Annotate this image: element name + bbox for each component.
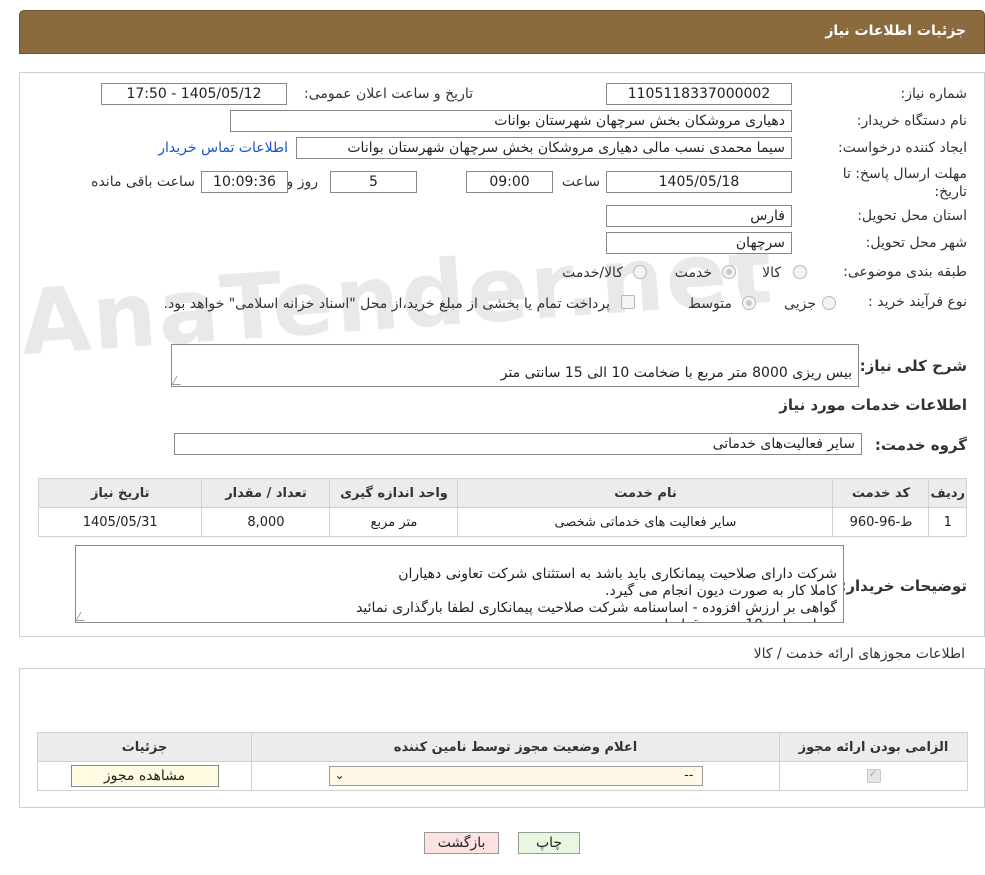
col-code: کد خدمت (832, 478, 930, 508)
summary-label: شرح کلی نیاز: (859, 357, 967, 375)
page-title: جزئیات اطلاعات نیاز (825, 23, 966, 39)
process-medium-radio[interactable] (742, 296, 756, 310)
status-select-value: -- (684, 768, 694, 783)
time-label: ساعت (561, 174, 600, 190)
summary-text: بیس ریزی 8000 متر مربع با ضخامت 10 الی 1… (500, 365, 852, 381)
process-minor-label: جزیی (784, 296, 816, 312)
col-required: الزامی بودن ارائه مجوز (779, 732, 968, 762)
cell-required: ✓ (779, 761, 968, 791)
page-header: جزئیات اطلاعات نیاز (19, 10, 985, 54)
resize-handle[interactable] (76, 612, 90, 621)
check-icon: ✓ (868, 767, 878, 780)
chevron-down-icon: ⌄ (334, 768, 345, 782)
category-both-radio[interactable] (633, 265, 647, 279)
cell-details: مشاهده مجوز (37, 761, 252, 791)
city-label: شهر محل تحویل: (865, 235, 967, 251)
need-number-label: شماره نیاز: (900, 86, 968, 102)
permits-section-title: اطلاعات مجوزهای ارائه خدمت / کالا (753, 646, 965, 662)
announce-label: تاریخ و ساعت اعلان عمومی: (304, 86, 473, 102)
view-permit-button[interactable]: مشاهده مجوز (70, 765, 219, 787)
days-field: 5 (330, 171, 417, 193)
resize-handle[interactable] (172, 376, 186, 385)
requester-field: سیما محمدی نسب مالی دهیاری مروشکان بخش س… (296, 137, 792, 159)
table-row: 1 ط-96-960 سایر فعالیت های خدماتی شخصی م… (37, 507, 967, 537)
buyer-notes-label: توضیحات خریدار: (840, 577, 967, 595)
need-number-field: 1105118337000002 (606, 83, 792, 105)
category-service-radio[interactable] (722, 265, 736, 279)
province-field: فارس (606, 205, 792, 227)
category-service-label: خدمت (674, 265, 712, 281)
category-goods-radio[interactable] (793, 265, 807, 279)
col-unit: واحد اندازه گیری (329, 478, 459, 508)
back-button[interactable]: بازگشت (424, 832, 499, 854)
services-header-row: ردیف کد خدمت نام خدمت واحد اندازه گیری ت… (37, 478, 967, 508)
summary-textarea[interactable]: بیس ریزی 8000 متر مربع با ضخامت 10 الی 1… (171, 344, 859, 387)
remaining-label: ساعت باقی مانده (91, 174, 195, 190)
buyer-notes-text: شرکت دارای صلاحیت پیمانکاری باید باشد به… (356, 566, 837, 622)
col-date: تاریخ نیاز (37, 478, 203, 508)
cell-name: سایر فعالیت های خدماتی شخصی (457, 507, 834, 537)
service-group-field: سایر فعالیت‌های خدماتی (174, 433, 862, 455)
payment-note: پرداخت تمام یا بخشی از مبلغ خرید،از محل … (163, 296, 610, 312)
required-checkbox: ✓ (866, 767, 881, 783)
requester-label: ایجاد کننده درخواست: (838, 140, 967, 156)
col-name: نام خدمت (457, 478, 834, 508)
services-section-title: اطلاعات خدمات مورد نیاز (779, 396, 967, 414)
permits-header-row: الزامی بودن ارائه مجوز اعلام وضعیت مجوز … (37, 732, 968, 762)
city-field: سرچهان (606, 232, 792, 254)
cell-row: 1 (928, 507, 967, 537)
col-qty: تعداد / مقدار (201, 478, 331, 508)
deadline-label: مهلت ارسال پاسخ: تا تاریخ: (842, 166, 967, 200)
services-table: ردیف کد خدمت نام خدمت واحد اندازه گیری ت… (37, 478, 967, 537)
province-label: استان محل تحویل: (857, 208, 967, 224)
col-row: ردیف (928, 478, 967, 508)
deadline-time-field: 09:00 (466, 171, 553, 193)
buyer-org-field: دهیاری مروشکان بخش سرچهان شهرستان بوانات (230, 110, 792, 132)
status-select[interactable]: -- ⌄ (328, 766, 703, 786)
days-label: روز و (286, 174, 319, 190)
table-row: ✓ -- ⌄ مشاهده مجوز (37, 761, 968, 791)
col-status: اعلام وضعیت مجوز توسط نامین کننده (251, 732, 780, 762)
buyer-notes-textarea[interactable]: شرکت دارای صلاحیت پیمانکاری باید باشد به… (75, 545, 844, 623)
process-label: نوع فرآیند خرید : (868, 294, 967, 310)
category-goods-label: کالا (762, 265, 781, 281)
cell-qty: 8,000 (201, 507, 331, 537)
cell-status: -- ⌄ (251, 761, 780, 791)
buyer-org-label: نام دستگاه خریدار: (856, 113, 967, 129)
category-label: طبقه بندی موضوعی: (843, 264, 967, 280)
cell-date: 1405/05/31 (37, 507, 203, 537)
buyer-contact-link[interactable]: اطلاعات تماس خریدار (158, 140, 288, 156)
process-medium-label: متوسط (688, 296, 732, 312)
category-both-label: کالا/خدمت (562, 265, 623, 281)
cell-unit: متر مربع (329, 507, 459, 537)
remaining-time-field: 10:09:36 (201, 171, 288, 193)
cell-code: ط-96-960 (832, 507, 930, 537)
permits-table: الزامی بودن ارائه مجوز اعلام وضعیت مجوز … (37, 732, 968, 791)
process-minor-radio[interactable] (822, 296, 836, 310)
col-details: جزئیات (37, 732, 252, 762)
announce-field: 1405/05/12 - 17:50 (101, 83, 287, 105)
service-group-label: گروه خدمت: (874, 436, 967, 454)
treasury-payment-checkbox[interactable] (621, 295, 635, 309)
print-button[interactable]: چاپ (518, 832, 580, 854)
deadline-date-field: 1405/05/18 (606, 171, 792, 193)
